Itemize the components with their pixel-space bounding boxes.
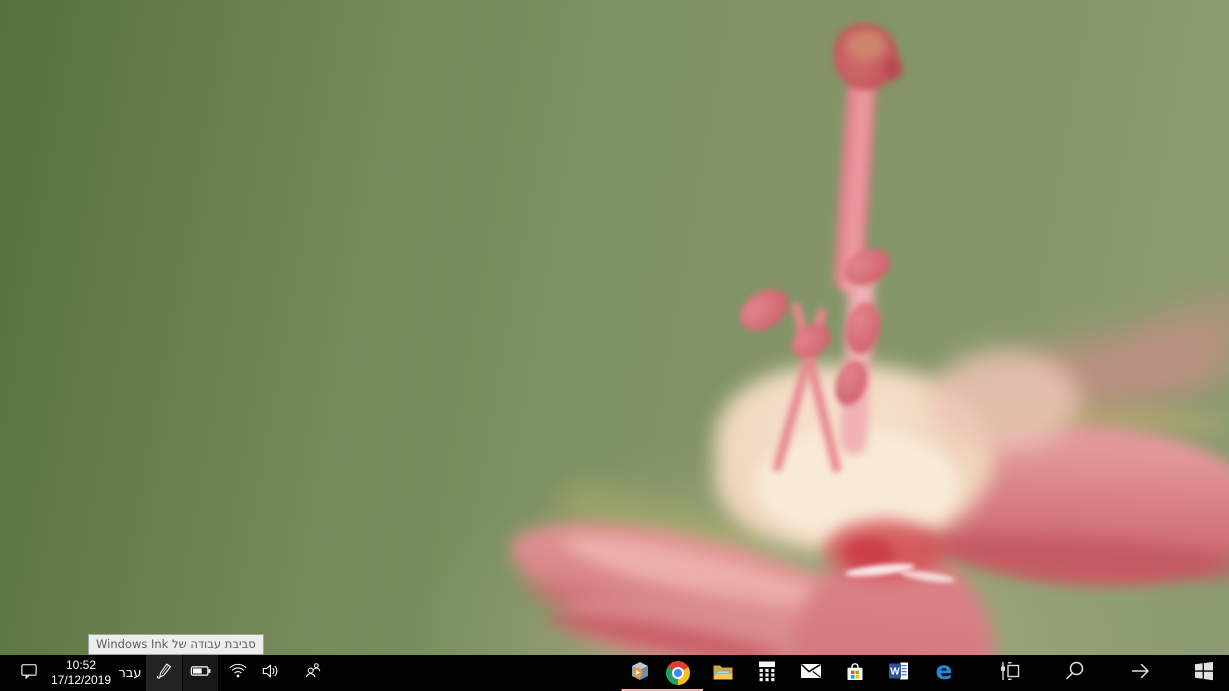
wallpaper-bud-highlight xyxy=(845,30,887,60)
word-icon: W xyxy=(887,659,911,688)
wifi-button[interactable] xyxy=(222,655,254,691)
task-view-icon xyxy=(998,659,1022,688)
taskbar-app-word[interactable]: W xyxy=(877,655,921,691)
battery-icon xyxy=(190,662,212,685)
taskbar-app-chrome[interactable] xyxy=(653,655,703,691)
back-button[interactable] xyxy=(1118,655,1162,691)
windows-ink-pen-icon xyxy=(154,661,174,686)
people-icon xyxy=(304,661,324,686)
clock-date: 17/12/2019 xyxy=(50,673,112,687)
wallpaper-bud-shadow xyxy=(884,58,902,80)
wallpaper-flower-center-cream-3 xyxy=(930,350,1080,450)
action-center-icon xyxy=(19,661,39,686)
search-icon xyxy=(1063,659,1087,688)
language-indicator[interactable]: עבר xyxy=(116,655,144,691)
start-button[interactable] xyxy=(1182,655,1226,691)
desktop-wallpaper xyxy=(0,0,1229,691)
windows-logo-icon xyxy=(1192,659,1216,688)
windows-ink-tooltip: סביבת עבודה של Windows Ink xyxy=(88,634,264,655)
svg-text:e: e xyxy=(936,658,953,684)
taskbar-clock[interactable]: 10:52 17/12/2019 xyxy=(46,658,116,688)
battery-button[interactable] xyxy=(183,655,218,691)
chrome-icon xyxy=(666,661,690,685)
microsoft-store-icon xyxy=(843,659,867,688)
volume-button[interactable] xyxy=(254,655,286,691)
file-explorer-icon xyxy=(711,659,735,688)
movies-tv-icon xyxy=(628,659,652,688)
clock-time: 10:52 xyxy=(65,658,97,672)
desktop: סביבת עבודה של Windows Ink 10:52 17/12/2… xyxy=(0,0,1229,691)
people-button[interactable] xyxy=(297,655,331,691)
taskbar-app-microsoft-store[interactable] xyxy=(833,655,877,691)
svg-text:W: W xyxy=(890,666,900,677)
volume-icon xyxy=(260,661,280,686)
windows-ink-workspace-button[interactable] xyxy=(146,655,182,691)
calculator-icon xyxy=(755,659,779,688)
taskbar-app-file-explorer[interactable] xyxy=(701,655,745,691)
back-arrow-icon xyxy=(1128,659,1152,688)
task-view-button[interactable] xyxy=(988,655,1032,691)
taskbar-app-mail[interactable] xyxy=(789,655,833,691)
action-center-button[interactable] xyxy=(12,655,46,691)
mail-icon xyxy=(799,659,823,688)
wallpaper-anther-1 xyxy=(732,280,796,340)
search-button[interactable] xyxy=(1053,655,1097,691)
edge-icon: e xyxy=(931,656,957,689)
taskbar-app-edge[interactable]: e xyxy=(922,655,966,691)
taskbar: 10:52 17/12/2019 עבר W e xyxy=(0,655,1229,691)
wifi-icon xyxy=(228,661,248,686)
taskbar-app-calculator[interactable] xyxy=(745,655,789,691)
